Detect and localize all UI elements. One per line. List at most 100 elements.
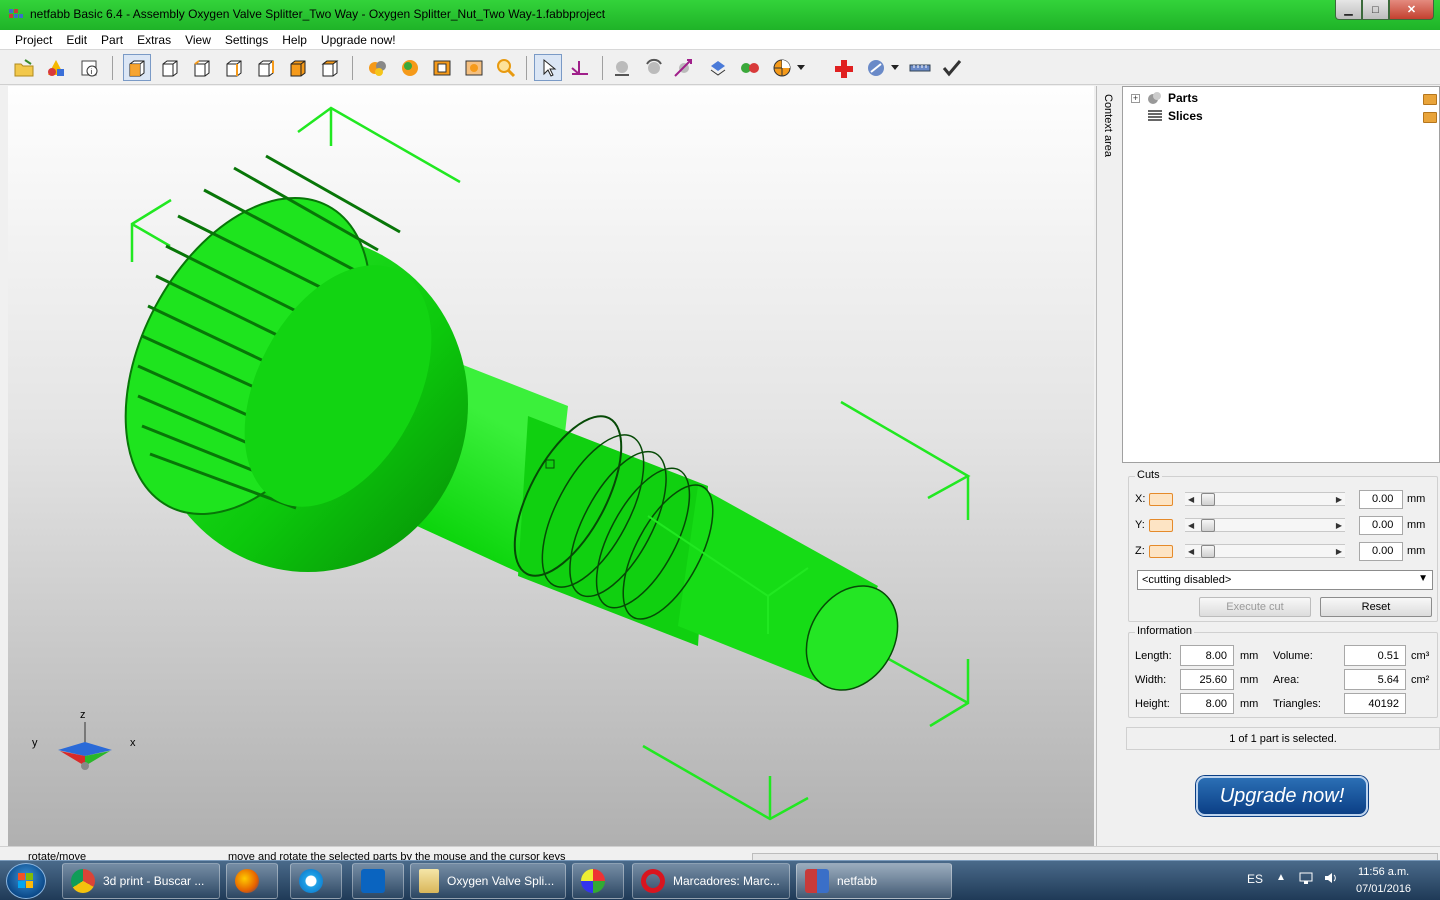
language-indicator[interactable]: ES [1247,872,1263,886]
volume-icon[interactable] [1323,870,1339,889]
information-group: Information Length: 8.00 mm Width: 25.60… [1128,625,1438,718]
menu-upgrade[interactable]: Upgrade now! [314,33,403,47]
cut-y-input[interactable]: 0.00 [1359,515,1403,535]
cut-mode-select[interactable]: <cutting disabled> ▼ [1137,570,1433,590]
view-default-icon[interactable] [123,54,151,81]
cut-z-slider[interactable]: ◀ ▶ [1185,544,1345,558]
repair-icon[interactable] [364,54,392,81]
wireframe-icon[interactable] [428,54,456,81]
measure-icon[interactable] [566,54,594,81]
taskbar-internet-explorer[interactable] [290,863,342,899]
width-unit: mm [1240,674,1259,686]
status-mode: rotate/move [28,851,87,860]
section-icon[interactable] [768,54,796,81]
view-back-icon[interactable] [188,54,216,81]
menu-project[interactable]: Project [8,33,59,47]
axis-y-label: y [32,737,38,749]
view-left-icon[interactable] [220,54,248,81]
slider-left-arrow-icon[interactable]: ◀ [1188,493,1194,506]
menu-view[interactable]: View [178,33,218,47]
context-area-tab[interactable]: Context area [1096,86,1120,846]
cut-row-y: Y: ◀ ▶ 0.00 mm [1135,515,1425,535]
cut-y-slider[interactable]: ◀ ▶ [1185,518,1345,532]
slider-right-arrow-icon[interactable]: ▶ [1336,519,1342,532]
slider-thumb[interactable] [1201,519,1215,532]
tree-item-slices[interactable]: Slices [1146,107,1203,125]
3d-viewport[interactable]: z y x [8,86,1094,846]
add-icon[interactable] [830,54,858,81]
network-icon[interactable] [1298,870,1314,889]
menu-settings[interactable]: Settings [218,33,275,47]
taskbar-netfabb[interactable]: netfabb [796,863,952,899]
cut-color-swatch[interactable] [1149,518,1173,532]
cut-z-input[interactable]: 0.00 [1359,541,1403,561]
length-value: 8.00 [1180,645,1234,666]
section-dropdown-icon[interactable] [794,54,808,81]
taskbar-outlook[interactable] [352,863,404,899]
opera-icon [641,869,665,893]
chevron-down-icon[interactable]: ▼ [1418,573,1428,584]
cut-color-swatch[interactable] [1149,492,1173,506]
tree-label-slices: Slices [1168,109,1203,123]
slider-left-arrow-icon[interactable]: ◀ [1188,519,1194,532]
add-part-icon[interactable] [42,54,70,81]
rotate-icon[interactable] [640,54,668,81]
open-project-icon[interactable] [10,54,38,81]
select-pointer-icon[interactable] [534,54,562,81]
start-button[interactable] [6,863,46,899]
cut-x-input[interactable]: 0.00 [1359,489,1403,509]
maximize-button[interactable]: □ [1362,0,1389,20]
cut-color-swatch[interactable] [1149,544,1173,558]
axis-x-label: x [130,737,136,749]
firefox-icon [235,869,259,893]
tree-item-parts[interactable]: + Parts [1131,89,1198,107]
slices-folder-icon[interactable] [1423,112,1437,123]
execute-cut-button[interactable]: Execute cut [1199,597,1311,617]
analysis-icon[interactable] [862,54,890,81]
slider-right-arrow-icon[interactable]: ▶ [1336,545,1342,558]
reset-button[interactable]: Reset [1320,597,1432,617]
volume-label: Volume: [1273,650,1313,662]
menu-extras[interactable]: Extras [130,33,178,47]
menu-bar: Project Edit Part Extras View Settings H… [0,30,1440,50]
clock-date[interactable]: 07/01/2016 [1356,883,1411,895]
taskbar-opera[interactable]: Marcadores: Marc... [632,863,790,899]
upgrade-now-button[interactable]: Upgrade now! [1196,776,1368,816]
slider-right-arrow-icon[interactable]: ▶ [1336,493,1342,506]
axis-z-label: z [80,709,86,721]
tree-expand-icon[interactable]: + [1131,93,1140,103]
colors-icon[interactable] [736,54,764,81]
show-hidden-icons-icon[interactable]: ▲ [1276,872,1286,883]
close-button[interactable]: ✕ [1389,0,1434,20]
slider-left-arrow-icon[interactable]: ◀ [1188,545,1194,558]
taskbar-paint[interactable] [572,863,624,899]
move-icon[interactable] [704,54,732,81]
taskbar-chrome[interactable]: 3d print - Buscar ... [62,863,220,899]
menu-edit[interactable]: Edit [59,33,94,47]
scale-icon[interactable] [670,54,698,81]
taskbar-explorer-folder[interactable]: Oxygen Valve Spli... [410,863,566,899]
slider-thumb[interactable] [1201,545,1215,558]
menu-help[interactable]: Help [275,33,314,47]
parts-folder-icon[interactable] [1423,94,1437,105]
slider-thumb[interactable] [1201,493,1215,506]
menu-part[interactable]: Part [94,33,130,47]
view-top-icon[interactable] [284,54,312,81]
checkmark-icon[interactable] [938,54,966,81]
toolbar: i [0,50,1440,85]
taskbar-firefox[interactable] [226,863,278,899]
clock-time[interactable]: 11:56 a.m. [1358,866,1409,878]
analysis-dropdown-icon[interactable] [888,54,902,81]
zoom-icon[interactable] [492,54,520,81]
cut-x-slider[interactable]: ◀ ▶ [1185,492,1345,506]
view-bottom-icon[interactable] [316,54,344,81]
project-info-icon[interactable]: i [76,54,104,81]
minimize-button[interactable]: ▁ [1335,0,1362,20]
view-front-icon[interactable] [156,54,184,81]
view-right-icon[interactable] [252,54,280,81]
window-title: netfabb Basic 6.4 - Assembly Oxygen Valv… [30,7,606,21]
color-mode-icon[interactable] [396,54,424,81]
transparent-icon[interactable] [460,54,488,81]
ruler-icon[interactable] [906,54,934,81]
sphere-icon[interactable] [608,54,636,81]
